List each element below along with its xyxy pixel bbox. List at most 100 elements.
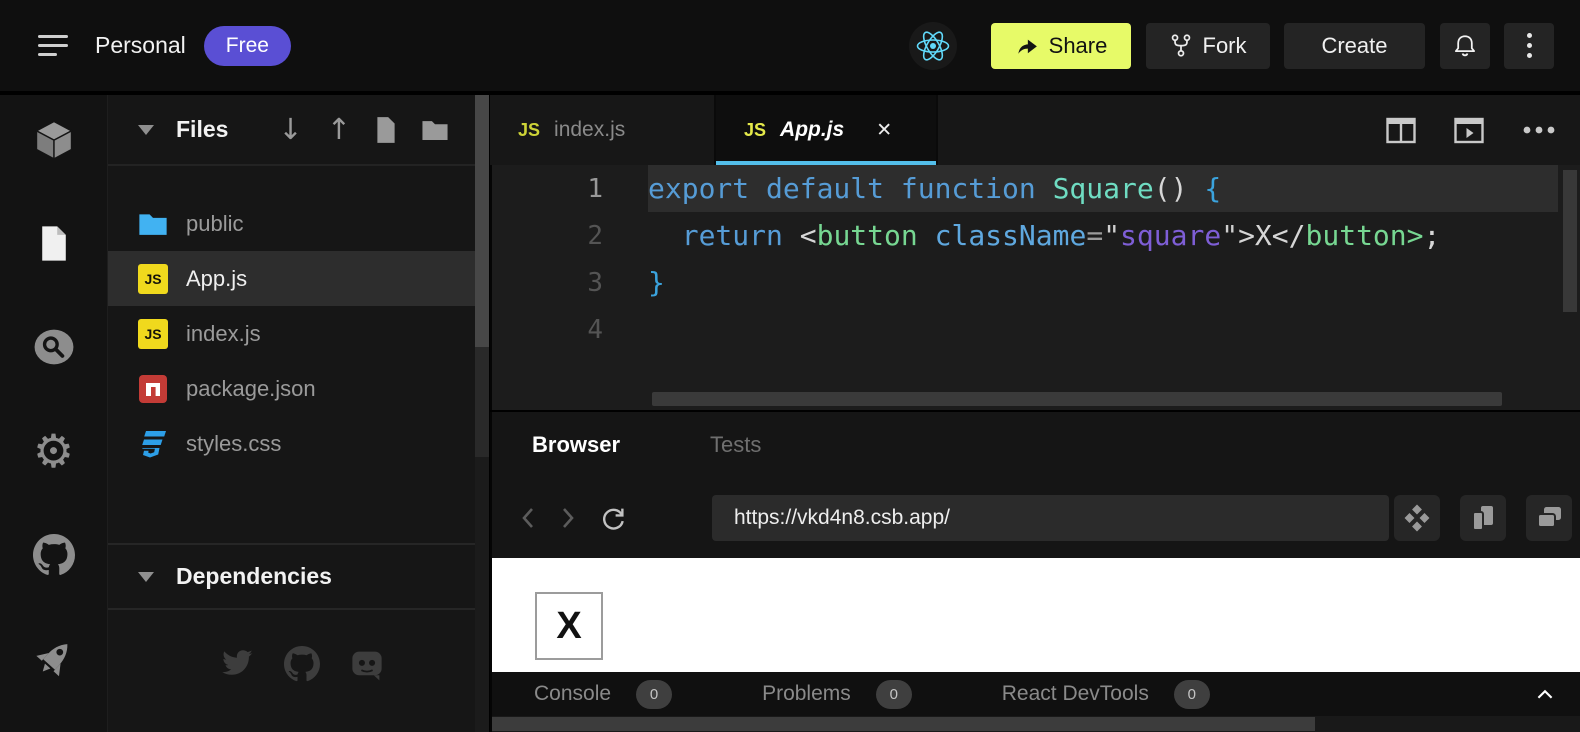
codesandbox-app: Personal Free Share [0,0,1580,732]
react-devtools-tab[interactable]: React DevTools 0 [1002,680,1210,709]
square-button[interactable]: X [535,592,603,660]
problems-tab[interactable]: Problems 0 [762,680,912,709]
code-text: } [648,259,1558,306]
search-icon[interactable] [0,295,107,399]
code-line[interactable]: 1export default function Square() { [492,165,1580,212]
js-file-icon: JS [138,319,168,349]
css-file-icon [138,428,168,460]
notifications-button[interactable] [1440,23,1490,69]
upload-icon[interactable]: ↑ [327,115,351,144]
sandbox-cube-icon[interactable] [0,87,107,191]
count-badge: 0 [636,680,672,709]
more-menu-button[interactable] [1504,23,1554,69]
url-text: https://vkd4n8.csb.app/ [734,506,950,530]
code-line[interactable]: 4 [492,306,1580,353]
file-row-package-json[interactable]: package.json [108,361,475,416]
editor-more-options-icon[interactable] [1522,125,1556,135]
file-row-styles-css[interactable]: styles.css [108,416,475,471]
folder-icon [138,211,168,236]
menu-icon[interactable] [38,35,68,56]
browser-preview[interactable]: X [492,558,1580,672]
workspace-name[interactable]: Personal [95,32,186,59]
discord-icon[interactable] [348,646,386,682]
npm-file-icon [138,374,168,404]
files-scrollbar[interactable] [475,95,489,732]
tab-index-js[interactable]: JS index.js [490,95,716,165]
social-links [108,646,475,682]
js-lang-icon: JS [744,120,766,141]
github-social-icon[interactable] [284,646,320,682]
new-file-icon[interactable] [375,116,397,144]
file-row-public[interactable]: public [108,196,475,251]
bell-icon [1451,32,1479,60]
file-row-app-js[interactable]: JS App.js [108,251,475,306]
forward-icon[interactable] [554,506,582,530]
share-label: Share [1049,33,1108,59]
code-line[interactable]: 3} [492,259,1580,306]
panel-scrollbar-thumb[interactable] [492,717,1315,731]
fork-icon [1170,33,1192,58]
twitter-icon[interactable] [218,646,256,682]
editor-horizontal-scrollbar[interactable] [652,392,1502,406]
code-editor[interactable]: 1export default function Square() {2 ret… [490,165,1580,410]
panel-bottom-scrollbar[interactable] [492,716,1580,732]
code-line[interactable]: 2 return <button className="square">X</b… [492,212,1580,259]
share-button[interactable]: Share [991,23,1131,69]
tab-tests[interactable]: Tests [710,432,761,458]
devices-icon [1468,503,1498,533]
line-number: 2 [492,221,648,251]
file-explorer-icon[interactable] [0,191,107,295]
file-name: styles.css [186,431,281,457]
console-tab[interactable]: Console 0 [534,680,672,709]
code-text: export default function Square() { [648,165,1558,212]
file-name: package.json [186,376,316,402]
code-text [648,306,1558,353]
top-bar: Personal Free Share [0,0,1580,93]
file-row-index-js[interactable]: JS index.js [108,306,475,361]
file-name: public [186,211,243,237]
url-bar[interactable]: https://vkd4n8.csb.app/ [712,495,1389,541]
open-new-window-button[interactable] [1526,495,1572,541]
back-icon[interactable] [514,506,542,530]
devtool-tabs: Browser Tests [492,412,1580,478]
console-bar: Console 0 Problems 0 React DevTools 0 [492,672,1580,716]
file-name: App.js [186,266,247,292]
tab-app-js[interactable]: JS App.js ✕ [716,95,938,165]
count-badge: 0 [1174,680,1210,709]
responsive-mode-button[interactable] [1460,495,1506,541]
count-badge: 0 [876,680,912,709]
create-button[interactable]: Create [1284,23,1425,69]
dependencies-header[interactable]: Dependencies [108,543,475,610]
code-text: return <button className="square">X</but… [648,212,1558,259]
files-title: Files [176,116,228,143]
preview-window-icon[interactable] [1454,117,1484,144]
files-header: Files ↓ ↑ [108,95,475,166]
fork-button[interactable]: Fork [1146,23,1270,69]
new-folder-icon[interactable] [421,118,449,141]
js-lang-icon: JS [518,120,540,141]
deploy-rocket-icon[interactable] [0,607,107,711]
chevron-down-icon [138,572,154,582]
settings-gear-icon[interactable]: ⚙ [0,399,107,503]
plan-badge: Free [204,26,291,66]
download-icon[interactable]: ↓ [278,115,302,144]
refresh-icon[interactable] [598,505,626,532]
github-icon[interactable] [0,503,107,607]
line-number: 3 [492,268,648,298]
activity-rail: ⚙ [0,95,108,732]
editor-vertical-scrollbar[interactable] [1563,170,1577,312]
line-number: 4 [492,315,648,345]
files-scrollbar-thumb[interactable] [475,95,489,347]
chevron-up-icon[interactable] [1536,689,1554,700]
share-arrow-icon [1015,35,1039,57]
close-tab-icon[interactable]: ✕ [876,119,892,141]
tab-label: App.js [780,118,844,142]
tab-browser[interactable]: Browser [532,432,620,458]
browser-toolbar: https://vkd4n8.csb.app/ [492,478,1580,558]
chevron-down-icon[interactable] [138,125,154,135]
console-label: Console [534,682,611,706]
code-lines: 1export default function Square() {2 ret… [492,165,1580,353]
split-view-icon[interactable] [1386,117,1416,144]
tab-label: index.js [554,118,625,142]
preview-settings-button[interactable] [1394,495,1440,541]
